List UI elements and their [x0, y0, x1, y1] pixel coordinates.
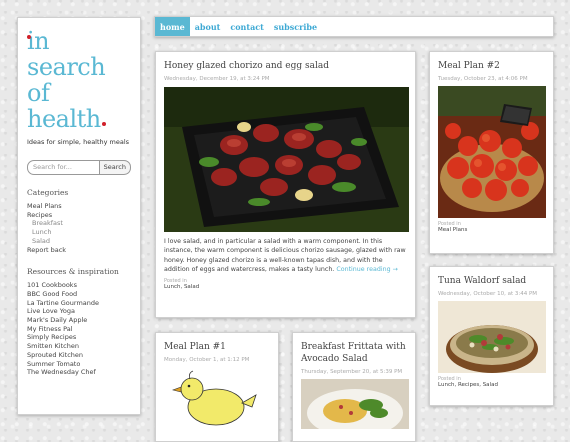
resource-link[interactable]: Mark's Daily Apple — [27, 316, 131, 325]
post-title[interactable]: Meal Plan #1 — [164, 341, 270, 353]
post-title[interactable]: Meal Plan #2 — [438, 60, 545, 72]
logo-line-4: health — [27, 105, 101, 133]
post-image-tomatoes[interactable] — [438, 86, 546, 218]
post-date: Wednesday, October 10, at 3:44 PM — [438, 291, 538, 297]
resources-list: 101 Cookbooks BBC Good Food La Tartine G… — [27, 281, 131, 377]
nav-contact[interactable]: contact — [225, 17, 268, 36]
post-card-breakfast-frittata: Breakfast Frittata with Avocado Salad Th… — [292, 332, 416, 442]
post-categories[interactable]: Lunch, Salad — [164, 284, 407, 290]
post-title[interactable]: Tuna Waldorf salad — [438, 275, 545, 287]
site-logo[interactable]: in search of health — [27, 28, 131, 132]
category-link-salad[interactable]: Salad — [27, 237, 131, 246]
search-input[interactable]: Search for... — [27, 160, 100, 175]
resource-link[interactable]: The Wednesday Chef — [27, 368, 131, 377]
logo-line-1: in — [27, 27, 50, 55]
continue-reading-link[interactable]: Continue reading → — [336, 266, 398, 273]
post-date: Thursday, September 20, at 5:39 PM — [301, 369, 403, 375]
post-excerpt: I love salad, and in particular a salad … — [164, 237, 407, 275]
category-link-report-back[interactable]: Report back — [27, 246, 131, 255]
post-date: Monday, October 1, at 1:12 PM — [164, 357, 250, 363]
site-tagline: Ideas for simple, healthy meals — [27, 138, 130, 146]
post-categories[interactable]: Lunch, Recipes, Salad — [438, 382, 545, 388]
categories-heading: Categories — [27, 188, 69, 197]
resources-heading: Resources & inspiration — [27, 267, 119, 277]
post-image-tuna-salad[interactable] — [438, 301, 546, 373]
post-card-meal-plan-2: Meal Plan #2 Tuesday, October 23, at 4:0… — [429, 51, 554, 254]
post-card-tuna-waldorf: Tuna Waldorf salad Wednesday, October 10… — [429, 266, 554, 406]
post-title[interactable]: Breakfast Frittata with Avocado Salad — [301, 341, 407, 365]
resource-link[interactable]: La Tartine Gourmande — [27, 299, 131, 308]
resource-link[interactable]: Simply Recipes — [27, 333, 131, 342]
sidebar: in search of health Ideas for simple, he… — [17, 17, 141, 415]
post-card-meal-plan-1: Meal Plan #1 Monday, October 1, at 1:12 … — [155, 332, 279, 442]
resource-link[interactable]: Smitten Kitchen — [27, 342, 131, 351]
post-card-chorizo: Honey glazed chorizo and egg salad Wedne… — [155, 51, 416, 318]
logo-dot-top — [27, 35, 31, 39]
category-link-meal-plans[interactable]: Meal Plans — [27, 202, 131, 211]
nav-home[interactable]: home — [155, 17, 190, 36]
resource-link[interactable]: 101 Cookbooks — [27, 281, 131, 290]
post-image-frittata[interactable] — [301, 379, 409, 429]
post-date: Wednesday, December 19, at 3:24 PM — [164, 76, 270, 82]
post-title[interactable]: Honey glazed chorizo and egg salad — [164, 60, 407, 72]
resource-link[interactable]: Live Love Yoga — [27, 307, 131, 316]
main-nav: home about contact subscribe — [154, 16, 554, 37]
categories-list: Meal Plans Recipes Breakfast Lunch Salad… — [27, 202, 131, 254]
resource-link[interactable]: BBC Good Food — [27, 290, 131, 299]
resource-link[interactable]: Summer Tomato — [27, 360, 131, 369]
post-categories[interactable]: Meal Plans — [438, 227, 545, 233]
post-image-chorizo-salad[interactable] — [164, 87, 409, 232]
logo-line-2: search — [27, 53, 106, 81]
nav-about[interactable]: about — [190, 17, 226, 36]
search-button[interactable]: Search — [99, 160, 131, 175]
logo-line-3: of — [27, 79, 50, 107]
resource-link[interactable]: Sprouted Kitchen — [27, 351, 131, 360]
post-image-yellow-bird[interactable] — [164, 367, 272, 427]
post-date: Tuesday, October 23, at 4:06 PM — [438, 76, 528, 82]
search-form: Search for... Search — [27, 160, 131, 175]
category-link-lunch[interactable]: Lunch — [27, 228, 131, 237]
logo-dot-end — [101, 122, 106, 126]
category-link-breakfast[interactable]: Breakfast — [27, 219, 131, 228]
nav-subscribe[interactable]: subscribe — [269, 17, 322, 36]
category-link-recipes[interactable]: Recipes — [27, 211, 131, 220]
resource-link[interactable]: My Fitness Pal — [27, 325, 131, 334]
